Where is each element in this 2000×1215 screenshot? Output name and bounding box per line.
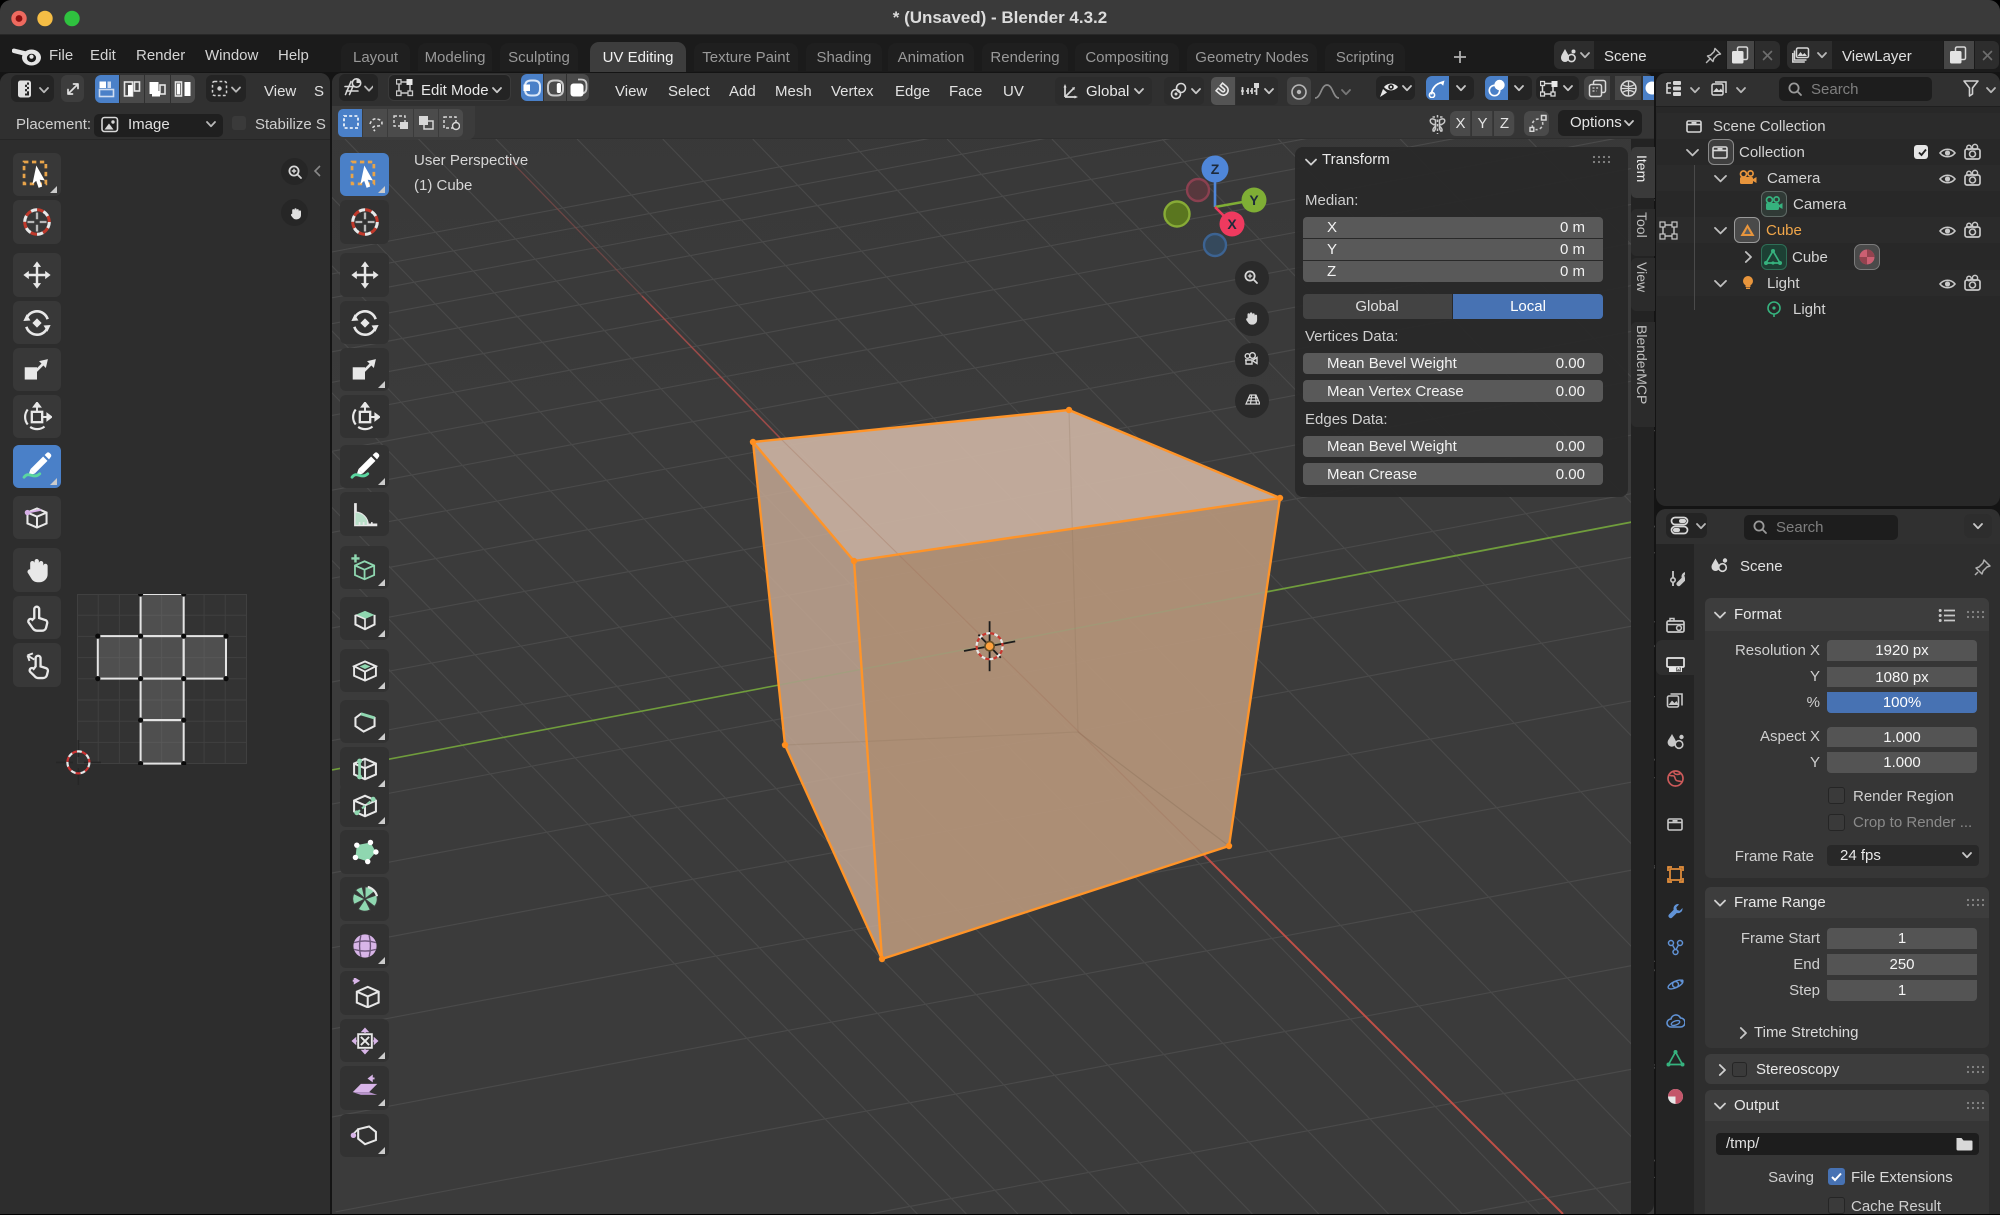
svg-text:Z: Z bbox=[1211, 161, 1220, 177]
svg-text:X: X bbox=[1227, 216, 1237, 232]
svg-text:Y: Y bbox=[1249, 192, 1259, 208]
